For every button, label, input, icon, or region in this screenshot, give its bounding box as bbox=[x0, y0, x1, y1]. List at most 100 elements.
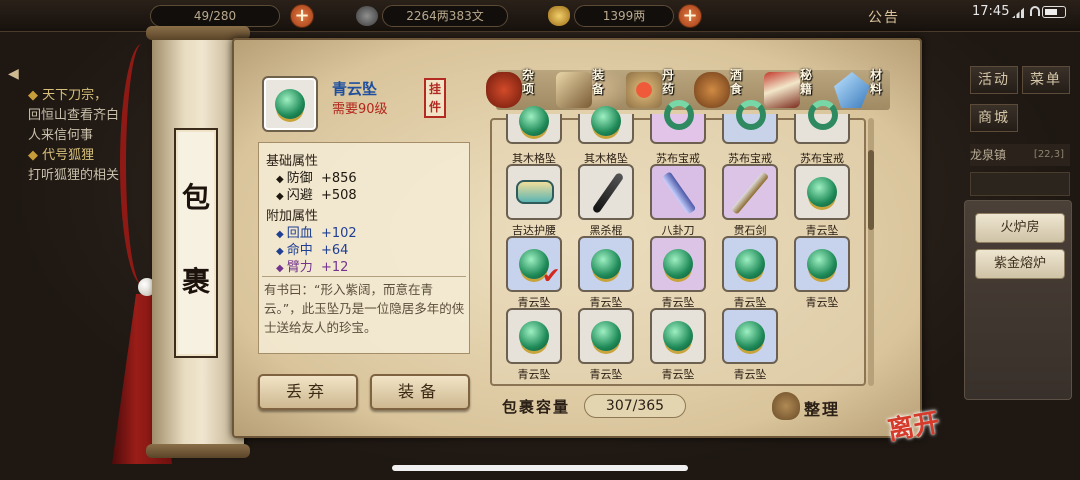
bag-count-pill: 49/280 bbox=[150, 5, 280, 27]
tab-materials[interactable]: 材料 bbox=[832, 66, 908, 114]
grid-slot[interactable] bbox=[722, 308, 778, 364]
jade-pendant-icon bbox=[591, 249, 621, 279]
scroll-title-char-2: 裹 bbox=[181, 265, 210, 298]
slot-item-name: 青云坠 bbox=[733, 368, 767, 381]
tab-label: 秘籍 bbox=[800, 68, 813, 96]
pill-icon bbox=[626, 72, 662, 108]
grid-scroll-thumb[interactable] bbox=[868, 150, 874, 230]
capacity-value: 307/365 bbox=[584, 394, 686, 418]
scroll-title-label: 包 裹 bbox=[174, 128, 218, 358]
home-indicator[interactable] bbox=[392, 465, 688, 471]
activity-button[interactable]: 活动 bbox=[970, 66, 1018, 94]
grid-slot[interactable] bbox=[794, 236, 850, 292]
grid-slot[interactable] bbox=[722, 164, 778, 220]
status-time: 17:45 bbox=[972, 4, 1010, 19]
signal-icon bbox=[1012, 6, 1026, 18]
grid-slot[interactable] bbox=[650, 100, 706, 144]
crystal-icon bbox=[834, 72, 870, 108]
grid-slot[interactable] bbox=[794, 164, 850, 220]
battery-icon bbox=[1042, 6, 1066, 18]
item-level-requirement: 需要90级 bbox=[332, 102, 388, 117]
selected-check-icon: ✔ bbox=[542, 264, 561, 289]
furnace-room-button[interactable]: 火炉房 bbox=[975, 213, 1065, 243]
grid-slot[interactable] bbox=[578, 308, 634, 364]
bottom-nav-bar bbox=[200, 440, 800, 480]
tab-label: 杂项 bbox=[522, 68, 535, 96]
equipment-icon bbox=[556, 72, 592, 108]
scroll-title-char-1: 包 bbox=[181, 181, 210, 214]
slot-item-name: 青云坠 bbox=[589, 368, 623, 381]
tab-equipment[interactable]: 装备 bbox=[554, 66, 630, 114]
grid-slot[interactable] bbox=[578, 106, 634, 144]
discard-button[interactable]: 丢弃 bbox=[258, 374, 358, 410]
menu-button[interactable]: 菜单 bbox=[1022, 66, 1070, 94]
silver-currency-pill: 2264两383文 bbox=[382, 5, 508, 27]
jade-pendant-icon bbox=[735, 321, 765, 351]
location-coord: [22,3] bbox=[1033, 149, 1064, 160]
attr-name: 臂力 bbox=[286, 260, 313, 275]
broadsword-icon bbox=[661, 171, 697, 215]
grid-slot[interactable] bbox=[506, 308, 562, 364]
grid-slot[interactable] bbox=[506, 164, 562, 220]
sort-button[interactable]: 整理 bbox=[772, 392, 842, 422]
pendant-icon bbox=[519, 106, 549, 136]
jade-pendant-icon bbox=[807, 249, 837, 279]
tab-label: 酒食 bbox=[730, 68, 743, 96]
ring-icon bbox=[736, 100, 766, 130]
diamond-bullet-icon: ◆ bbox=[276, 263, 284, 274]
jade-pendant-icon bbox=[591, 321, 621, 351]
location-label: 龙泉镇 [22,3] bbox=[970, 144, 1070, 166]
tab-label: 装备 bbox=[592, 68, 605, 96]
grid-slot[interactable] bbox=[578, 164, 634, 220]
stats-divider bbox=[262, 276, 466, 277]
collapse-arrow-icon[interactable]: ◀ bbox=[8, 66, 28, 88]
grid-slot[interactable] bbox=[506, 106, 562, 144]
bag-count: 49/280 bbox=[193, 9, 237, 23]
grid-slot[interactable] bbox=[722, 236, 778, 292]
location-name: 龙泉镇 bbox=[970, 148, 1007, 162]
capacity-label: 包裹容量 bbox=[502, 398, 571, 416]
side-panel: 火炉房 紫金熔炉 bbox=[964, 200, 1072, 400]
attr-name: 闪避 bbox=[286, 188, 313, 203]
grid-slot[interactable] bbox=[794, 100, 850, 144]
sword-icon bbox=[730, 171, 770, 215]
compass-bar bbox=[970, 172, 1070, 196]
grid-slot[interactable] bbox=[650, 308, 706, 364]
add-bag-button[interactable]: + bbox=[290, 4, 314, 28]
staff-icon bbox=[591, 171, 625, 215]
shop-button[interactable]: 商城 bbox=[970, 104, 1018, 132]
wine-food-icon bbox=[694, 72, 730, 108]
pendant-icon bbox=[591, 106, 621, 136]
slot-item-name: 青云坠 bbox=[805, 296, 839, 309]
attr-value: +508 bbox=[320, 188, 357, 203]
tab-label: 材料 bbox=[870, 68, 883, 96]
ring-icon bbox=[808, 100, 838, 130]
ring-icon bbox=[664, 100, 694, 130]
slot-item-name: 青云坠 bbox=[517, 368, 551, 381]
attr-value: +12 bbox=[320, 260, 349, 275]
grid-slot[interactable] bbox=[578, 236, 634, 292]
grid-slot[interactable] bbox=[650, 164, 706, 220]
jade-pendant-icon bbox=[519, 321, 549, 351]
belt-icon bbox=[516, 180, 554, 204]
purple-furnace-button[interactable]: 紫金熔炉 bbox=[975, 249, 1065, 279]
sort-label: 整理 bbox=[804, 400, 841, 419]
jade-pendant-icon bbox=[663, 249, 693, 279]
jar-icon bbox=[486, 72, 522, 108]
gold-currency-pill: 1399两 bbox=[574, 5, 674, 27]
notice-button[interactable]: 公告 bbox=[868, 7, 900, 27]
tab-misc[interactable]: 杂项 bbox=[484, 66, 560, 114]
book-icon bbox=[764, 72, 800, 108]
slot-item-name: 青云坠 bbox=[661, 368, 695, 381]
item-description: 有书曰：“形入紫阔，而意在青云。”，此玉坠乃是一位隐居多年的侠士送给友人的珍宝。 bbox=[264, 282, 465, 335]
grid-slot[interactable] bbox=[650, 236, 706, 292]
silver-ingot-icon bbox=[356, 6, 378, 26]
extra-attr-row: ◆ 臂力 +12 bbox=[276, 256, 348, 275]
money-bag-icon bbox=[772, 392, 800, 420]
leave-button[interactable]: 离开 bbox=[880, 399, 947, 457]
selected-item-slot bbox=[262, 76, 318, 132]
jade-pendant-icon bbox=[735, 249, 765, 279]
equip-button[interactable]: 装备 bbox=[370, 374, 470, 410]
add-gold-button[interactable]: + bbox=[678, 4, 702, 28]
grid-slot[interactable] bbox=[722, 100, 778, 144]
